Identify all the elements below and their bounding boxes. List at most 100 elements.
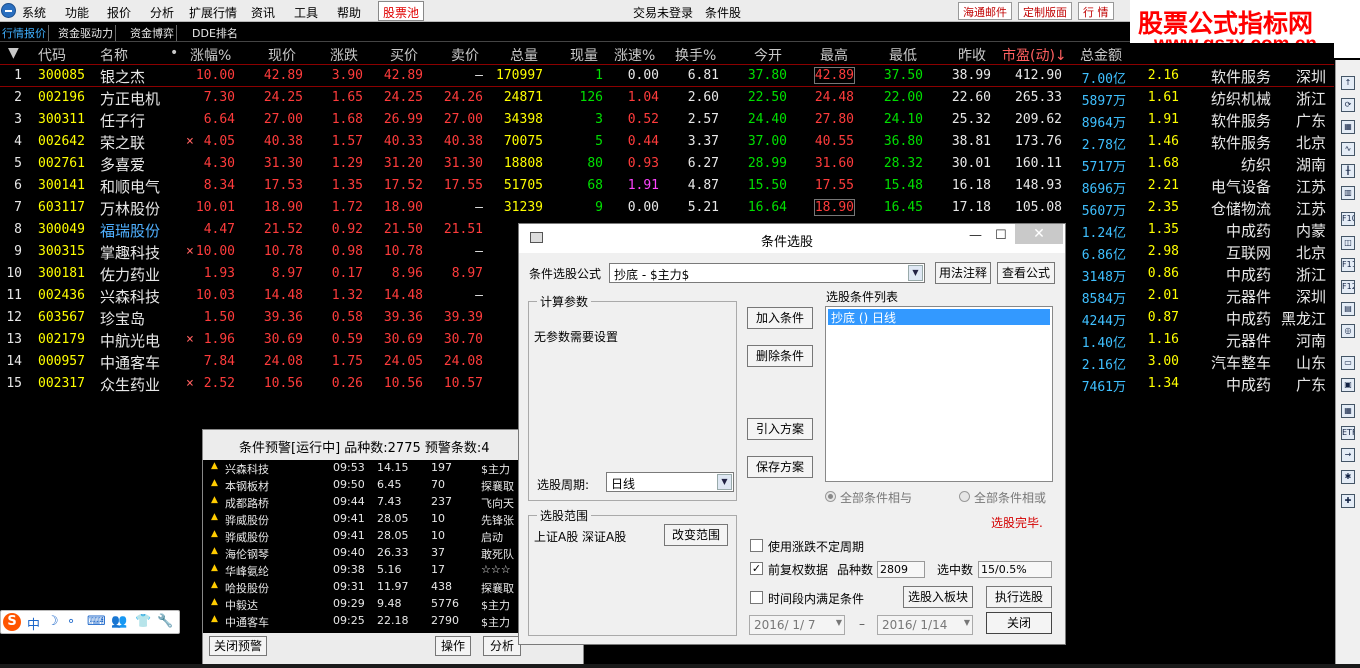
f12-icon[interactable]: F12 (1341, 280, 1355, 294)
menu-extended-market[interactable]: 扩展行情 (189, 4, 237, 21)
col-amount[interactable]: 总金额 (1080, 45, 1122, 65)
tab-fund-game[interactable]: 资金博弈 (128, 25, 177, 41)
grid-icon[interactable]: ▦ (1341, 120, 1355, 134)
col-volume[interactable]: 总量 (510, 45, 538, 65)
table-row[interactable]: 2 002196 方正电机 7.30 24.25 1.65 24.25 24.26 24871 1… (0, 87, 1334, 109)
menu-news[interactable]: 资讯 (251, 4, 275, 21)
close-alert-button[interactable]: 关闭预警 (209, 636, 267, 656)
chevron-down-icon[interactable]: ▼ (717, 474, 732, 490)
alert-row[interactable]: ▲ 华峰氨纶 09:38 5.16 17 ☆☆☆ (211, 562, 523, 579)
radio-all-or[interactable] (959, 491, 970, 502)
period-select[interactable]: 日线 ▼ (606, 472, 734, 492)
alert-row[interactable]: ▲ 兴森科技 09:53 14.15 197 $主力 (211, 460, 523, 477)
minimize-icon[interactable]: — (969, 228, 982, 243)
alert-row[interactable]: ▲ 中通客车 09:25 22.18 2790 $主力 (211, 613, 523, 630)
menu-stock-pool[interactable]: 股票池 (378, 1, 425, 21)
circle-icon[interactable]: ◎ (1341, 324, 1355, 338)
alert-row[interactable]: ▲ 中毅达 09:29 9.48 5776 $主力 (211, 596, 523, 613)
app-logo-icon[interactable] (1, 3, 16, 18)
alert-row[interactable]: ▲ 海伦钢琴 09:40 26.33 37 敢死队 (211, 545, 523, 562)
sogou-logo-icon[interactable]: S (3, 613, 21, 631)
line-chart-icon[interactable]: ∿ (1341, 142, 1355, 156)
table-row[interactable]: 3 300311 任子行 6.64 27.00 1.68 26.99 27.00 34398 3 0… (0, 109, 1334, 131)
menu-quote[interactable]: 报价 (107, 4, 131, 21)
refresh-icon[interactable]: ⟳ (1341, 98, 1355, 112)
col-mark[interactable]: • (170, 45, 178, 61)
col-ask[interactable]: 卖价 (451, 45, 479, 65)
f10-icon[interactable]: F10 (1341, 212, 1355, 226)
col-speed[interactable]: 涨速% (614, 45, 655, 65)
trade-status[interactable]: 交易未登录 (633, 4, 693, 21)
col-bid[interactable]: 买价 (390, 45, 418, 65)
date-to-picker[interactable]: 2016/ 1/14 ▼ (877, 615, 973, 635)
col-code[interactable]: 代码 (38, 45, 66, 65)
condition-list-item[interactable]: 抄底 () 日线 (828, 309, 1050, 325)
sort-icon[interactable]: ▼ (8, 45, 19, 61)
menu-system[interactable]: 系统 (22, 4, 46, 21)
close-icon[interactable]: ✕ (1015, 224, 1063, 244)
col-change-pct[interactable]: 涨幅% (190, 45, 231, 65)
folder-icon[interactable]: ▭ (1341, 356, 1355, 370)
col-change[interactable]: 涨跌 (330, 45, 358, 65)
tab-quotes[interactable]: 行情报价 (0, 25, 49, 41)
col-high[interactable]: 最高 (820, 45, 848, 65)
col-prev-close[interactable]: 昨收 (958, 45, 986, 65)
custom-layout-button[interactable]: 定制版面 (1018, 2, 1072, 20)
ime-chinese-mode[interactable]: 中 (27, 614, 40, 633)
menu-function[interactable]: 功能 (65, 4, 89, 21)
col-pe[interactable]: 市盈(动)↓ (1002, 45, 1067, 65)
alert-list[interactable]: ▲ 兴森科技 09:53 14.15 197 $主力 ▲ 本钢板材 09:50 6.45 70 探襄取… (211, 460, 523, 630)
ime-punctuation-icon[interactable]: ∘ (67, 614, 75, 629)
table-icon[interactable]: ▦ (1341, 404, 1355, 418)
date-from-picker[interactable]: 2016/ 1/ 7 ▼ (749, 615, 845, 635)
col-low[interactable]: 最低 (889, 45, 917, 65)
chevron-down-icon[interactable]: ▼ (964, 618, 970, 627)
doc-icon[interactable]: ▤ (1341, 302, 1355, 316)
change-range-button[interactable]: 改变范围 (664, 524, 728, 546)
arrow-up-icon[interactable]: ↑ (1341, 76, 1355, 90)
arrow-right-icon[interactable]: → (1341, 448, 1355, 462)
table-row[interactable]: 5 002761 多喜爱 4.30 31.30 1.29 31.20 31.30 18808 80… (0, 153, 1334, 175)
etf-icon[interactable]: ETF (1341, 426, 1355, 440)
alert-analyze-button[interactable]: 分析 (483, 636, 521, 656)
alert-row[interactable]: ▲ 骅威股份 09:41 28.05 10 启动 (211, 528, 523, 545)
ime-users-icon[interactable]: 👥 (111, 614, 127, 629)
view-formula-button[interactable]: 查看公式 (997, 262, 1055, 284)
execute-select-button[interactable]: 执行选股 (986, 586, 1052, 608)
alert-row[interactable]: ▲ 骅威股份 09:41 28.05 10 先锋张 (211, 511, 523, 528)
menu-tools[interactable]: 工具 (294, 4, 318, 21)
radio-all-and[interactable] (825, 491, 836, 502)
f11-icon[interactable]: F11 (1341, 258, 1355, 272)
chevron-down-icon[interactable]: ▼ (908, 265, 923, 281)
table-row[interactable]: 7 603117 万林股份 10.01 18.90 1.72 18.90 – 31239 9 0.0… (0, 197, 1334, 219)
table-row[interactable]: 1 300085 银之杰 10.00 42.89 3.90 42.89–170997 1 0.0… (0, 65, 1334, 87)
chevron-down-icon[interactable]: ▼ (836, 618, 842, 627)
save-plan-button[interactable]: 保存方案 (747, 456, 813, 478)
maximize-icon[interactable]: ☐ (995, 228, 1007, 243)
adjusted-data-checkbox[interactable]: ✓ (750, 562, 763, 575)
add-condition-button[interactable]: 加入条件 (747, 307, 813, 329)
settings-icon[interactable]: ✱ (1341, 470, 1355, 484)
table-row[interactable]: 6 300141 和顺电气 8.34 17.53 1.35 17.52 17.55 51705 6… (0, 175, 1334, 197)
time-range-checkbox[interactable] (750, 591, 763, 604)
ime-tools-icon[interactable]: 🔧 (157, 614, 173, 629)
haitong-mail-button[interactable]: 海通邮件 (958, 2, 1012, 20)
ime-keyboard-icon[interactable]: ⌨ (87, 614, 106, 629)
formula-select[interactable]: 抄底 - $主力$ ▼ (609, 263, 925, 283)
tab-fund-drive[interactable]: 资金驱动力 (56, 25, 116, 41)
condition-stock-label[interactable]: 条件股 (705, 4, 741, 21)
alert-row[interactable]: ▲ 成都路桥 09:44 7.43 237 飞向天 (211, 494, 523, 511)
chart-icon[interactable]: ◫ (1341, 236, 1355, 250)
alert-row[interactable]: ▲ 哈投股份 09:31 11.97 438 探襄取 (211, 579, 523, 596)
delete-condition-button[interactable]: 删除条件 (747, 345, 813, 367)
col-open[interactable]: 今开 (754, 45, 782, 65)
menu-help[interactable]: 帮助 (337, 4, 361, 21)
alert-row[interactable]: ▲ 本钢板材 09:50 6.45 70 探襄取 (211, 477, 523, 494)
candle-icon[interactable]: ╫ (1341, 164, 1355, 178)
window-icon[interactable]: ▣ (1341, 378, 1355, 392)
market-button[interactable]: 行 情 (1078, 2, 1114, 20)
ime-halfwidth-icon[interactable]: ☽ (47, 614, 59, 629)
import-plan-button[interactable]: 引入方案 (747, 418, 813, 440)
col-turnover[interactable]: 换手% (675, 45, 716, 65)
col-current-volume[interactable]: 现量 (570, 45, 598, 65)
